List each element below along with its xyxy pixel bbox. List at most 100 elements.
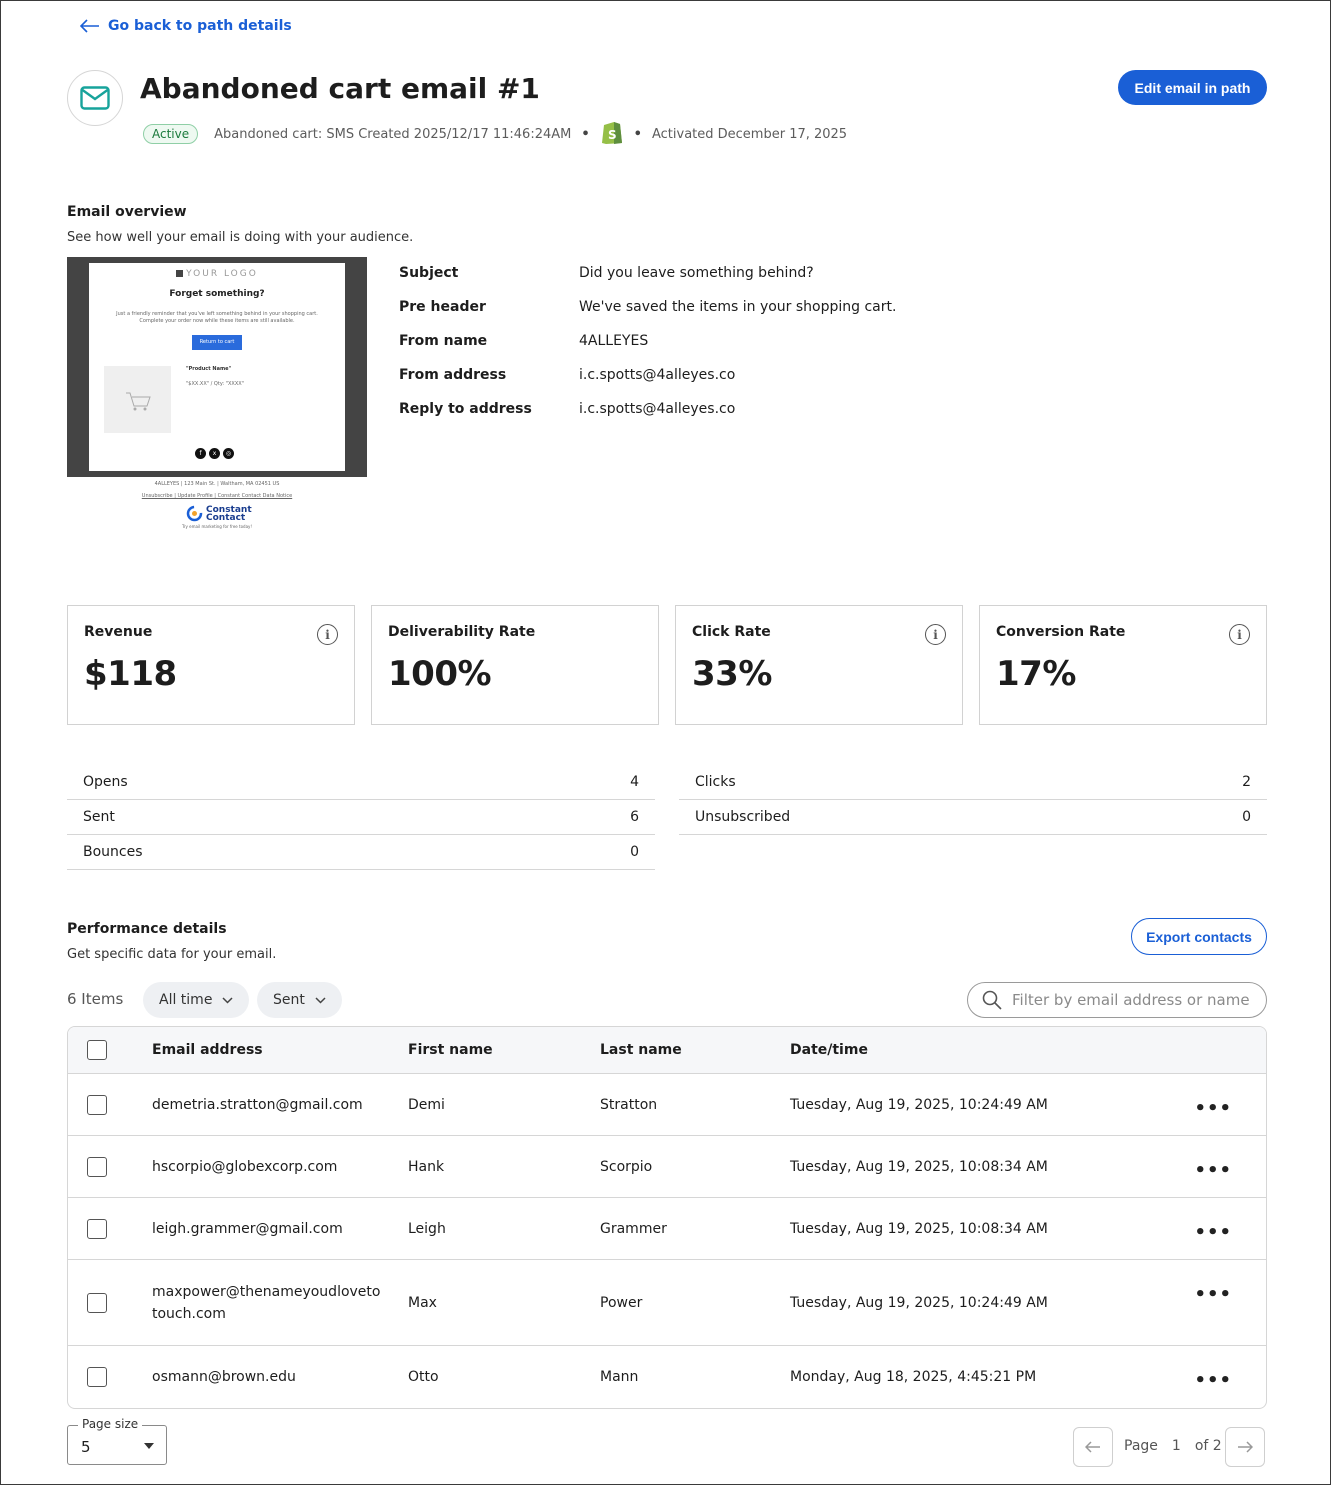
chevron-down-icon [222, 996, 233, 1004]
more-actions-icon[interactable]: ••• [1194, 1286, 1232, 1304]
back-link[interactable]: Go back to path details [80, 18, 292, 34]
cell-last-name: Stratton [600, 1096, 658, 1113]
logo-square-icon [176, 270, 184, 277]
cart-icon [104, 366, 171, 433]
row-checkbox[interactable] [87, 1218, 107, 1239]
column-date-time[interactable]: Date/time [790, 1042, 1190, 1058]
detail-row: Pre header We've saved the items in your … [399, 299, 896, 333]
detail-label: From name [399, 333, 488, 349]
preview-product-name: "Product Name" [186, 366, 232, 372]
table-row[interactable]: osmann@brown.edu Otto Mann Monday, Aug 18, … [68, 1346, 1266, 1408]
info-icon[interactable]: i [1229, 624, 1250, 645]
row-checkbox[interactable] [87, 1292, 107, 1313]
metrics-list-right: Clicks 2 Unsubscribed 0 [679, 765, 1267, 835]
stat-value: 17% [996, 654, 1076, 694]
table-header: Email address First name Last name Date/… [68, 1027, 1266, 1074]
metric-label: Clicks [695, 774, 736, 790]
metric-value: 4 [630, 774, 639, 790]
time-filter-dropdown[interactable]: All time [143, 982, 250, 1018]
metric-row: Opens 4 [67, 765, 655, 800]
previous-page-button[interactable] [1073, 1427, 1113, 1467]
metric-label: Unsubscribed [695, 809, 791, 825]
preview-address: 4ALLEYES | 123 Main St. | Waltham, MA 02… [154, 481, 280, 487]
detail-row: From address i.c.spotts@4alleyes.co [399, 367, 896, 401]
info-icon[interactable]: i [317, 624, 338, 645]
separator-dot: • [633, 126, 642, 142]
column-last-name[interactable]: Last name [600, 1042, 790, 1058]
cell-first-name: Hank [408, 1158, 445, 1175]
cell-last-name: Scorpio [600, 1158, 653, 1175]
cell-email: osmann@brown.edu [152, 1369, 296, 1385]
next-page-button[interactable] [1225, 1427, 1265, 1467]
cell-email: maxpower@thenameyoudloveto touch.com [152, 1283, 381, 1322]
cell-date-time: Tuesday, Aug 19, 2025, 10:24:49 AM [790, 1294, 1048, 1311]
export-contacts-button[interactable]: Export contacts [1131, 918, 1267, 955]
total-pages: of 2 [1194, 1438, 1222, 1454]
table-row[interactable]: maxpower@thenameyoudloveto touch.com Max P… [68, 1260, 1266, 1346]
table-row[interactable]: demetria.stratton@gmail.com Demi Stratton T… [68, 1074, 1266, 1136]
detail-value: Did you leave something behind? [579, 265, 814, 281]
status-badge: Active [143, 124, 199, 144]
stat-card: Deliverability Rate 100% [371, 605, 659, 725]
detail-value: i.c.spotts@4alleyes.co [579, 401, 736, 417]
page-word: Page [1124, 1438, 1158, 1454]
stat-value: 33% [692, 654, 772, 694]
row-checkbox[interactable] [87, 1156, 107, 1177]
performance-subtitle: Get specific data for your email. [67, 947, 277, 962]
preview-social-icons: f x ◎ [195, 448, 234, 459]
edit-email-button[interactable]: Edit email in path [1118, 70, 1267, 105]
cell-email: demetria.stratton@gmail.com [152, 1096, 363, 1113]
back-link-label: Go back to path details [108, 18, 292, 34]
preview-card: YOUR LOGO Forget something? Just a frien… [89, 263, 345, 471]
info-icon[interactable]: i [925, 624, 946, 645]
cell-email: leigh.grammer@gmail.com [152, 1220, 343, 1237]
detail-value: i.c.spotts@4alleyes.co [579, 367, 736, 383]
more-actions-icon[interactable]: ••• [1194, 1372, 1232, 1390]
separator-dot: • [581, 126, 590, 142]
constant-contact-icon [186, 505, 203, 522]
table-body: demetria.stratton@gmail.com Demi Stratton T… [68, 1074, 1266, 1408]
cell-email: hscorpio@globexcorp.com [152, 1158, 338, 1175]
cell-date-time: Tuesday, Aug 19, 2025, 10:08:34 AM [790, 1158, 1048, 1175]
column-email[interactable]: Email address [152, 1042, 408, 1058]
email-details: Subject Did you leave something behind? Pr… [399, 265, 896, 435]
metric-row: Clicks 2 [679, 765, 1267, 800]
more-actions-icon[interactable]: ••• [1194, 1224, 1232, 1242]
stat-card: Click Rate 33% i [675, 605, 963, 725]
metric-value: 6 [630, 809, 639, 825]
row-checkbox[interactable] [87, 1094, 107, 1115]
more-actions-icon[interactable]: ••• [1194, 1100, 1232, 1118]
email-preview[interactable]: YOUR LOGO Forget something? Just a frien… [67, 257, 367, 557]
svg-text:S: S [608, 128, 617, 142]
metric-row: Bounces 0 [67, 835, 655, 870]
more-actions-icon[interactable]: ••• [1194, 1162, 1232, 1180]
arrow-left-icon [80, 19, 99, 33]
overview-title: Email overview [67, 204, 187, 220]
table-row[interactable]: hscorpio@globexcorp.com Hank Scorpio Tuesda… [68, 1136, 1266, 1198]
status-filter-label: Sent [273, 992, 305, 1008]
preview-logo: YOUR LOGO [89, 269, 345, 279]
preview-brand-tag: Try email marketing for free today! [182, 524, 252, 529]
search-box[interactable] [967, 982, 1267, 1018]
detail-row: From name 4ALLEYES [399, 333, 896, 367]
stat-value: 100% [388, 654, 492, 694]
row-checkbox[interactable] [87, 1367, 107, 1387]
page-size-select[interactable]: Page size 5 [67, 1417, 167, 1465]
cell-date-time: Monday, Aug 18, 2025, 4:45:21 PM [790, 1369, 1037, 1385]
select-all-checkbox[interactable] [87, 1040, 107, 1060]
detail-value: We've saved the items in your shopping c… [579, 299, 897, 315]
column-first-name[interactable]: First name [408, 1042, 600, 1058]
stat-value: $118 [84, 654, 177, 694]
status-filter-dropdown[interactable]: Sent [257, 982, 342, 1018]
detail-row: Reply to address i.c.spotts@4alleyes.co [399, 401, 896, 435]
preview-heading: Forget something? [169, 289, 265, 299]
cell-first-name: Leigh [408, 1220, 446, 1237]
preview-footer: 4ALLEYES | 123 Main St. | Waltham, MA 02… [67, 477, 367, 557]
contacts-table: Email address First name Last name Date/… [67, 1026, 1267, 1409]
arrow-right-icon [1238, 1441, 1253, 1453]
overview-subtitle: See how well your email is doing with yo… [67, 230, 414, 245]
cell-date-time: Tuesday, Aug 19, 2025, 10:24:49 AM [790, 1096, 1048, 1113]
search-input[interactable] [1012, 991, 1252, 1009]
metric-value: 2 [1242, 774, 1251, 790]
table-row[interactable]: leigh.grammer@gmail.com Leigh Grammer Tuesd… [68, 1198, 1266, 1260]
